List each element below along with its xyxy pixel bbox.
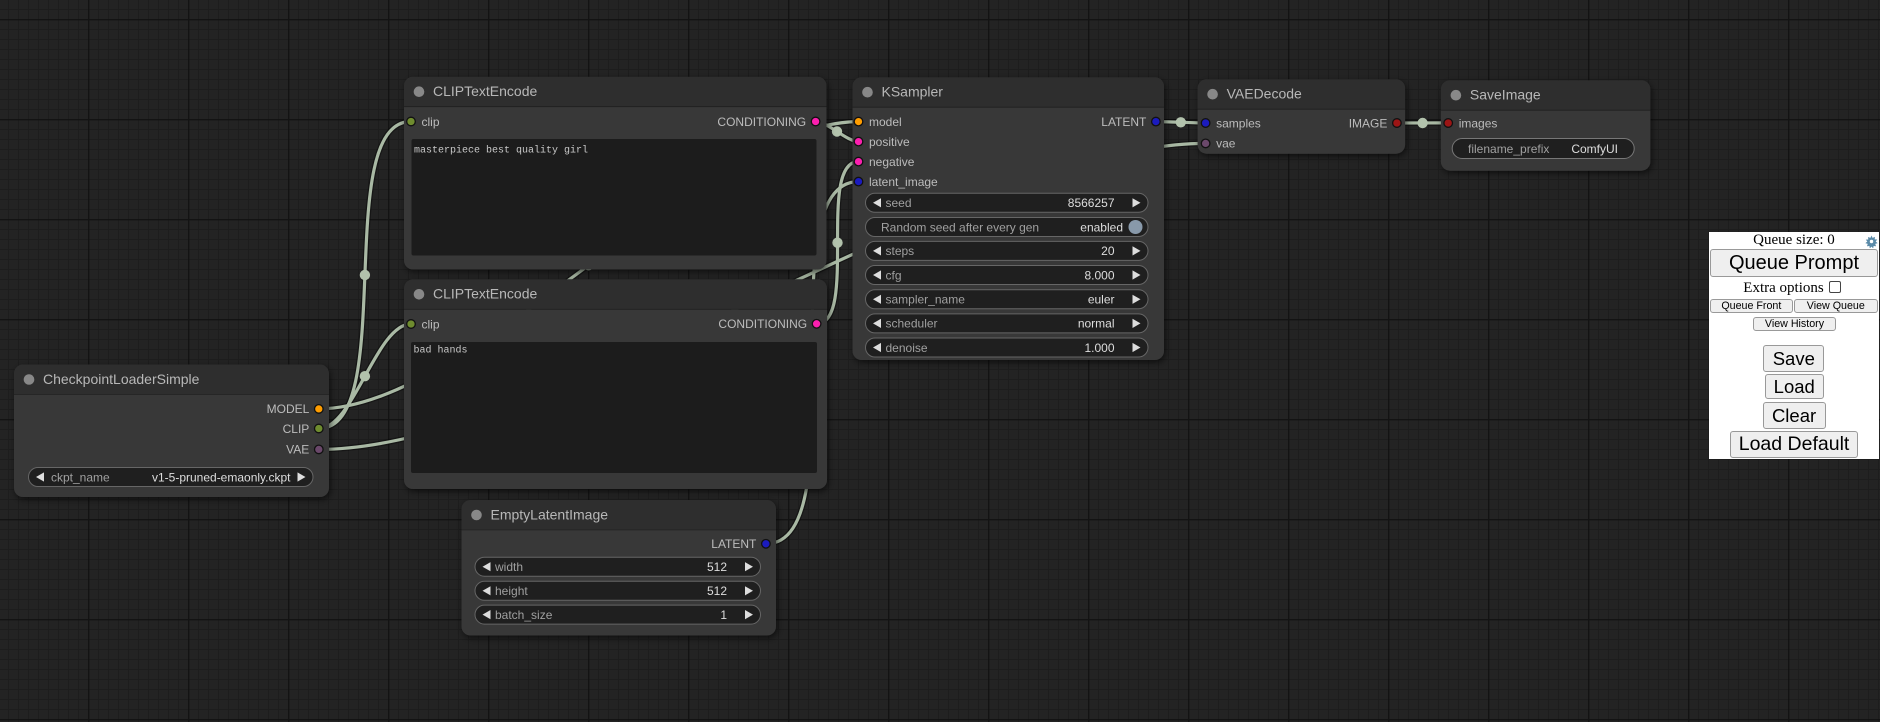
svg-text:VAE: VAE — [286, 443, 309, 457]
svg-text:cfg: cfg — [886, 268, 902, 282]
svg-text:normal: normal — [1078, 317, 1115, 331]
svg-text:512: 512 — [707, 560, 727, 574]
svg-text:steps: steps — [886, 244, 915, 258]
svg-text:CheckpointLoaderSimple: CheckpointLoaderSimple — [43, 371, 200, 387]
svg-text:EmptyLatentImage: EmptyLatentImage — [491, 506, 609, 522]
svg-text:images: images — [1459, 116, 1498, 130]
svg-text:latent_image: latent_image — [869, 175, 938, 189]
svg-text:width: width — [494, 560, 523, 574]
svg-text:ckpt_name: ckpt_name — [51, 470, 110, 484]
svg-text:LATENT: LATENT — [1101, 115, 1147, 129]
svg-text:denoise: denoise — [886, 341, 928, 355]
svg-text:clip: clip — [422, 115, 440, 129]
svg-text:vae: vae — [1216, 137, 1236, 151]
svg-text:8566257: 8566257 — [1068, 196, 1115, 210]
svg-text:8.000: 8.000 — [1084, 268, 1114, 282]
svg-text:CLIPTextEncode: CLIPTextEncode — [433, 286, 537, 302]
svg-text:SaveImage: SaveImage — [1470, 87, 1541, 103]
svg-text:filename_prefix: filename_prefix — [1468, 142, 1549, 156]
svg-text:height: height — [495, 584, 528, 598]
svg-text:MODEL: MODEL — [267, 402, 310, 416]
svg-text:seed: seed — [886, 196, 912, 210]
svg-text:samples: samples — [1216, 116, 1261, 130]
svg-text:Random seed after every gen: Random seed after every gen — [881, 220, 1039, 234]
svg-text:CONDITIONING: CONDITIONING — [717, 115, 806, 129]
svg-text:clip: clip — [422, 317, 440, 331]
svg-text:euler: euler — [1088, 293, 1115, 307]
svg-text:positive: positive — [869, 135, 910, 149]
svg-text:batch_size: batch_size — [495, 608, 553, 622]
svg-text:model: model — [869, 115, 902, 129]
svg-text:20: 20 — [1101, 244, 1115, 258]
svg-text:1.000: 1.000 — [1084, 341, 1114, 355]
svg-text:bad hands: bad hands — [414, 344, 468, 356]
svg-text:ComfyUI: ComfyUI — [1571, 142, 1618, 156]
svg-text:enabled: enabled — [1080, 220, 1123, 234]
svg-text:CONDITIONING: CONDITIONING — [718, 317, 807, 331]
svg-text:sampler_name: sampler_name — [886, 293, 966, 307]
svg-text:VAEDecode: VAEDecode — [1227, 86, 1302, 102]
svg-text:1: 1 — [720, 608, 727, 622]
svg-text:KSampler: KSampler — [882, 84, 944, 100]
svg-text:negative: negative — [869, 155, 915, 169]
svg-text:masterpiece best quality girl: masterpiece best quality girl — [414, 145, 588, 157]
svg-text:v1-5-pruned-emaonly.ckpt: v1-5-pruned-emaonly.ckpt — [152, 470, 291, 484]
svg-text:512: 512 — [707, 584, 727, 598]
svg-text:CLIP: CLIP — [283, 422, 310, 436]
svg-text:CLIPTextEncode: CLIPTextEncode — [433, 83, 537, 99]
svg-text:LATENT: LATENT — [711, 537, 757, 551]
svg-text:scheduler: scheduler — [886, 317, 938, 331]
svg-text:IMAGE: IMAGE — [1349, 116, 1388, 130]
